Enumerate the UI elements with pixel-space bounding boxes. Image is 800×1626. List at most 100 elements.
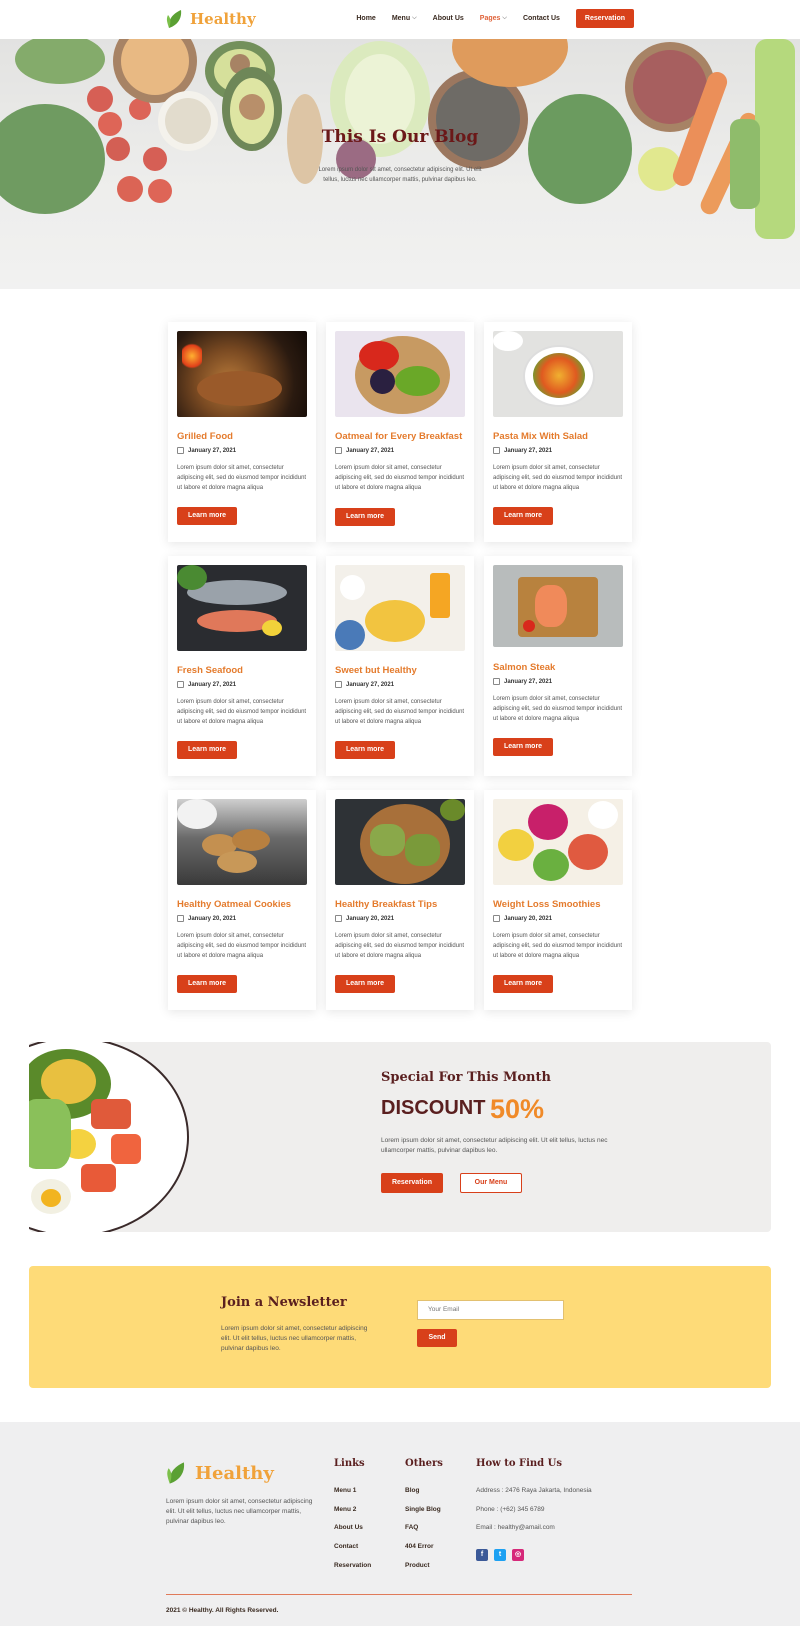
nav-about[interactable]: About Us [433,15,464,22]
blog-card: Sweet but Healthy January 27, 2021 Lorem… [326,556,474,776]
calendar-icon [177,915,184,922]
calendar-icon [493,447,500,454]
post-image-salmon-steak[interactable] [493,565,623,647]
facebook-icon[interactable]: f [476,1549,488,1562]
post-excerpt: Lorem ipsum dolor sit amet, consectetur … [177,699,307,725]
nav-menu[interactable]: Menu ⌵ [392,15,417,22]
date-text: January 27, 2021 [346,681,395,688]
site-header: Healthy Home Menu ⌵ About Us Pages ⌵ Conta… [0,0,800,39]
date-text: January 27, 2021 [346,447,395,454]
post-excerpt: Lorem ipsum dolor sit amet, consectetur … [493,933,623,959]
post-title[interactable]: Oatmeal for Every Breakfast [335,431,462,442]
discount-percent: 50% [490,1094,545,1124]
calendar-icon [177,447,184,454]
post-title[interactable]: Grilled Food [177,431,233,442]
twitter-icon[interactable]: t [494,1549,506,1562]
nav-home[interactable]: Home [356,15,375,22]
calendar-icon [335,915,342,922]
post-excerpt: Lorem ipsum dolor sit amet, consectetur … [493,696,623,722]
learn-more-button[interactable]: Learn more [493,975,553,993]
copyright: 2021 © Healthy. All Rights Reserved. [166,1607,279,1614]
post-date: January 27, 2021 [177,681,236,688]
discount-label: DISCOUNT [381,1097,486,1119]
blog-card: Healthy Breakfast Tips January 20, 2021 … [326,790,474,1010]
footer-address: Address : 2476 Raya Jakarta, Indonesia [476,1487,592,1494]
footer-find-us: How to Find Us Address : 2476 Raya Jakar… [476,1458,592,1562]
post-title[interactable]: Pasta Mix With Salad [493,431,588,442]
hero-overlay [0,39,800,289]
reservation-button[interactable]: Reservation [381,1173,443,1193]
send-button[interactable]: Send [417,1329,457,1347]
date-text: January 20, 2021 [188,915,237,922]
footer-others-title: Others [405,1458,443,1469]
learn-more-button[interactable]: Learn more [335,508,395,526]
nav-label: Home [356,15,376,22]
post-title[interactable]: Fresh Seafood [177,665,243,676]
our-menu-button[interactable]: Our Menu [460,1173,522,1193]
post-image-avocado-toast[interactable] [335,799,465,885]
learn-more-button[interactable]: Learn more [177,507,237,525]
nav-label: About Us [432,15,464,22]
footer-links: Links Menu 1 Menu 2 About Us Contact Res… [334,1458,371,1580]
footer-link[interactable]: Menu 2 [334,1506,371,1525]
post-image-grilled-food[interactable] [177,331,307,417]
post-image-oatmeal-cookies[interactable] [177,799,307,885]
footer-link[interactable]: About Us [334,1524,371,1543]
post-title[interactable]: Sweet but Healthy [335,665,417,676]
newsletter-title: Join a Newsletter [221,1295,347,1310]
learn-more-button[interactable]: Learn more [493,738,553,756]
nav-label: Menu [391,15,411,22]
learn-more-button[interactable]: Learn more [335,741,395,759]
footer-link[interactable]: Product [405,1562,443,1581]
footer-link[interactable]: Blog [405,1487,443,1506]
post-image-sweet-breakfast[interactable] [335,565,465,651]
calendar-icon [493,915,500,922]
email-field[interactable]: Your Email [417,1300,564,1320]
footer-link[interactable]: Contact [334,1543,371,1562]
logo[interactable]: Healthy [166,8,256,30]
leaf-logo-icon [166,10,182,28]
calendar-icon [335,447,342,454]
date-text: January 20, 2021 [504,915,553,922]
calendar-icon [493,678,500,685]
social-links: f t ◎ [476,1549,592,1562]
post-image-seafood[interactable] [177,565,307,651]
footer-logo[interactable]: Healthy [166,1460,274,1486]
footer-link[interactable]: Reservation [334,1562,371,1581]
post-title[interactable]: Healthy Breakfast Tips [335,899,437,910]
instagram-icon[interactable]: ◎ [512,1549,524,1562]
post-image-oatmeal[interactable] [335,331,465,417]
post-date: January 20, 2021 [493,915,552,922]
date-text: January 27, 2021 [188,447,237,454]
learn-more-button[interactable]: Learn more [177,741,237,759]
footer-email: Email : healthy@amail.com [476,1524,555,1532]
learn-more-button[interactable]: Learn more [493,507,553,525]
footer-link[interactable]: FAQ [405,1524,443,1543]
chevron-down-icon: ⌵ [412,15,417,21]
nav-contact[interactable]: Contact Us [523,15,560,22]
learn-more-button[interactable]: Learn more [177,975,237,993]
blog-card: Weight Loss Smoothies January 20, 2021 L… [484,790,632,1010]
learn-more-button[interactable]: Learn more [335,975,395,993]
post-title[interactable]: Weight Loss Smoothies [493,899,601,910]
post-image-pasta-salad[interactable] [493,331,623,417]
post-excerpt: Lorem ipsum dolor sit amet, consectetur … [177,465,307,491]
date-text: January 20, 2021 [346,915,395,922]
post-title[interactable]: Healthy Oatmeal Cookies [177,899,291,910]
post-image-smoothie-bowls[interactable] [493,799,623,885]
footer-link[interactable]: Menu 1 [334,1487,371,1506]
discount-section: Special For This Month DISCOUNT 50% Lore… [29,1042,771,1232]
footer-link[interactable]: Single Blog [405,1506,443,1525]
nav-label: Contact Us [522,15,560,22]
post-date: January 27, 2021 [493,447,552,454]
nav-pages[interactable]: Pages ⌵ [480,15,507,22]
blog-card: Fresh Seafood January 27, 2021 Lorem ips… [168,556,316,776]
footer-link[interactable]: 404 Error [405,1543,443,1562]
post-excerpt: Lorem ipsum dolor sit amet, consectetur … [335,933,465,959]
salad-plate-image [29,1042,189,1232]
logo-text: Healthy [195,1462,274,1484]
post-title[interactable]: Salmon Steak [493,662,555,673]
hero-subtitle: Lorem ipsum dolor sit amet, consectetur … [318,167,482,183]
post-date: January 20, 2021 [177,915,236,922]
reservation-button[interactable]: Reservation [575,9,634,28]
